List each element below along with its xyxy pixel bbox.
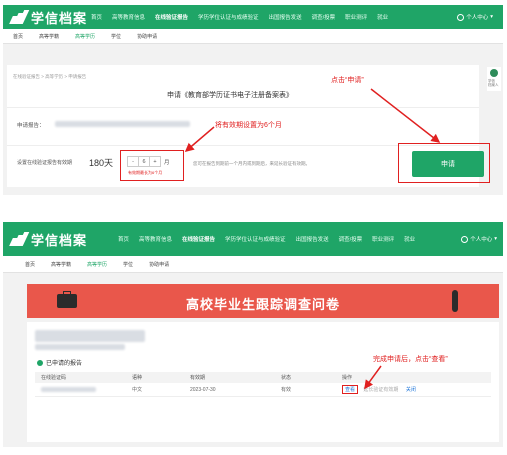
arrow-icon <box>364 365 382 390</box>
screenshot-apply: 学信档案 首页 高等教育信息 在线验证报告 学历学位认证与成绩验证 出国报告发送… <box>3 5 503 195</box>
screenshot-view: 学信档案 首页 高等教育信息 在线验证报告 学历学位认证与成绩验证 出国报告发送… <box>3 222 503 447</box>
arrow-icon <box>184 88 441 152</box>
